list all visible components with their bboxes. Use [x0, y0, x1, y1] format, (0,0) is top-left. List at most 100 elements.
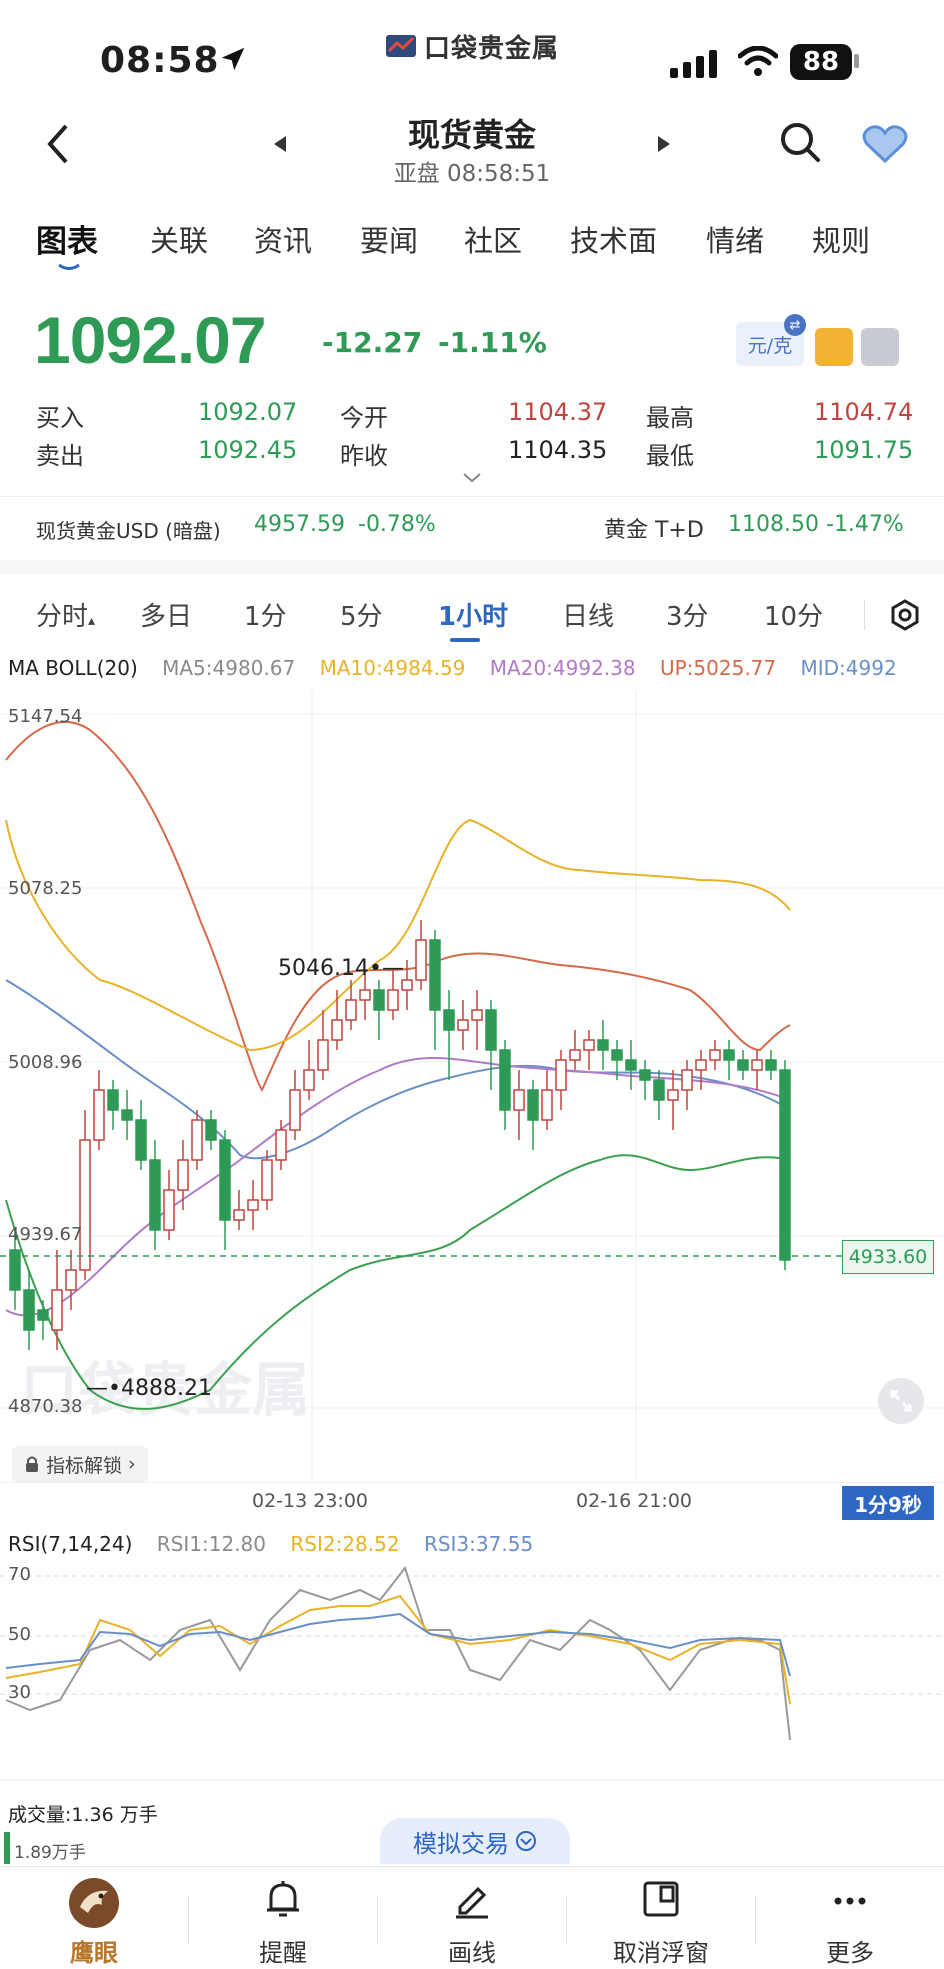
period-tabs: 分时▴ 多日 1分 5分 1小时 日线 3分 10分	[0, 586, 944, 642]
gray-tool-icon[interactable]	[861, 328, 899, 366]
candle-body	[611, 1049, 623, 1061]
tab-related[interactable]: 关联	[150, 218, 208, 260]
tab-sentiment[interactable]: 情绪	[706, 218, 764, 260]
tab-news[interactable]: 资讯	[254, 218, 312, 260]
candle-body	[387, 989, 399, 1011]
nav-draw-line[interactable]: 画线	[378, 1867, 566, 1969]
price-change-pct: -1.11%	[438, 326, 547, 359]
simulated-trade-button[interactable]: 模拟交易	[380, 1818, 570, 1864]
tab-technical[interactable]: 技术面	[570, 218, 657, 260]
period-timeshare[interactable]: 分时▴	[36, 596, 95, 633]
td-ticker-name[interactable]: 黄金 T+D	[604, 512, 704, 544]
swap-icon: ⇄	[784, 314, 806, 336]
candle-body	[107, 1089, 119, 1111]
low-label: 最低	[646, 442, 694, 470]
last-price: 1092.07	[34, 303, 267, 377]
rsi3-value: RSI3:37.55	[423, 1532, 534, 1556]
period-multiday[interactable]: 多日	[140, 596, 192, 633]
candle-body	[527, 1089, 539, 1121]
bottom-toolbar: 鹰眼 提醒 画线 取消浮窗 更多	[0, 1866, 944, 1969]
candle-body	[233, 1209, 245, 1221]
candle-body	[289, 1089, 301, 1131]
bell-icon	[267, 1881, 299, 1917]
fullscreen-icon[interactable]	[878, 1378, 924, 1424]
candle-body	[569, 1049, 581, 1061]
candle-body	[415, 939, 427, 981]
rsi-name[interactable]: RSI(7,14,24)	[8, 1532, 132, 1556]
candle-body	[79, 1139, 91, 1271]
candle-body	[37, 1309, 49, 1321]
ma20-value: MA20:4992.38	[489, 656, 636, 680]
battery-tip	[854, 54, 859, 68]
indicator-name[interactable]: MA BOLL(20)	[8, 656, 138, 680]
candlestick-chart[interactable]: 口袋贵金属	[0, 690, 944, 1482]
nav-eagle-eye[interactable]: 鹰眼	[0, 1867, 188, 1969]
period-divider	[864, 600, 865, 630]
period-5min[interactable]: 5分	[340, 596, 383, 633]
divider	[0, 1482, 944, 1483]
nav-label: 更多	[826, 1939, 874, 1967]
period-low-marker: —•4888.21	[86, 1376, 212, 1401]
last-price-tag: 4933.60	[842, 1240, 934, 1274]
settings-hexagon-icon[interactable]	[888, 598, 922, 632]
y-axis-label: 5147.54	[8, 706, 83, 727]
y-axis-label: 5078.25	[8, 878, 83, 899]
rsi-chart[interactable]	[0, 1560, 944, 1782]
nav-alert[interactable]: 提醒	[189, 1867, 377, 1969]
rsi3-line	[5, 1612, 791, 1677]
candle-body	[247, 1199, 259, 1211]
orange-tool-icon[interactable]	[815, 328, 853, 366]
buy-value: 1092.07	[198, 398, 298, 426]
tab-headlines[interactable]: 要闻	[360, 218, 418, 260]
candle-body	[219, 1139, 231, 1221]
sell-value: 1092.45	[198, 436, 298, 464]
period-daily[interactable]: 日线	[562, 596, 614, 633]
cellular-signal-icon	[670, 50, 717, 78]
tab-rules[interactable]: 规则	[812, 218, 870, 260]
divider	[0, 496, 944, 497]
next-instrument-icon[interactable]	[656, 134, 672, 154]
period-1min[interactable]: 1分	[244, 596, 287, 633]
candle-body	[275, 1129, 287, 1161]
more-dots-icon	[834, 1897, 866, 1905]
ma10-value: MA10:4984.59	[319, 656, 466, 680]
candle-body	[373, 989, 385, 1011]
candle-body	[709, 1049, 721, 1061]
favorite-heart-icon[interactable]	[862, 124, 908, 164]
top-tabs: 图表 关联 资讯 要闻 社区 技术面 情绪 规则	[0, 210, 944, 272]
period-1hour[interactable]: 1小时	[438, 596, 508, 633]
boll-mid-value: MID:4992	[800, 656, 897, 680]
candle-body	[695, 1059, 707, 1071]
candle-body	[625, 1059, 637, 1071]
candle-body	[555, 1059, 567, 1091]
boll-up-value: UP:5025.77	[659, 656, 777, 680]
period-10min[interactable]: 10分	[764, 596, 823, 633]
unlock-label: 指标解锁	[46, 1454, 123, 1477]
rsi1-line	[5, 1565, 791, 1741]
rsi2-value: RSI2:28.52	[290, 1532, 400, 1556]
candle-body	[779, 1069, 791, 1261]
candle-body	[359, 989, 371, 1001]
active-period-indicator	[450, 638, 480, 642]
candle-body	[205, 1119, 217, 1141]
candle-body	[331, 1019, 343, 1041]
candle-body	[597, 1039, 609, 1051]
candle-body	[303, 1069, 315, 1091]
candle-body	[177, 1159, 189, 1191]
td-ticker-pct: -1.47%	[826, 512, 904, 537]
candle-body	[191, 1119, 203, 1161]
candle-body	[639, 1069, 651, 1081]
period-3min[interactable]: 3分	[666, 596, 709, 633]
nav-more[interactable]: 更多	[756, 1867, 944, 1969]
candle-body	[765, 1059, 777, 1071]
related-ticker-pct: -0.78%	[358, 512, 436, 537]
expand-chevron-icon[interactable]	[462, 472, 482, 484]
tab-chart[interactable]: 图表	[36, 216, 98, 261]
tab-community[interactable]: 社区	[464, 218, 522, 260]
search-icon[interactable]	[778, 120, 822, 164]
nav-cancel-float[interactable]: 取消浮窗	[567, 1867, 755, 1969]
y-axis-label: 4939.67	[8, 1224, 83, 1245]
unlock-indicator-button[interactable]: 指标解锁 ›	[12, 1446, 148, 1482]
related-ticker-name[interactable]: 现货黄金USD (暗盘)	[36, 515, 221, 544]
candle-body	[723, 1049, 735, 1061]
